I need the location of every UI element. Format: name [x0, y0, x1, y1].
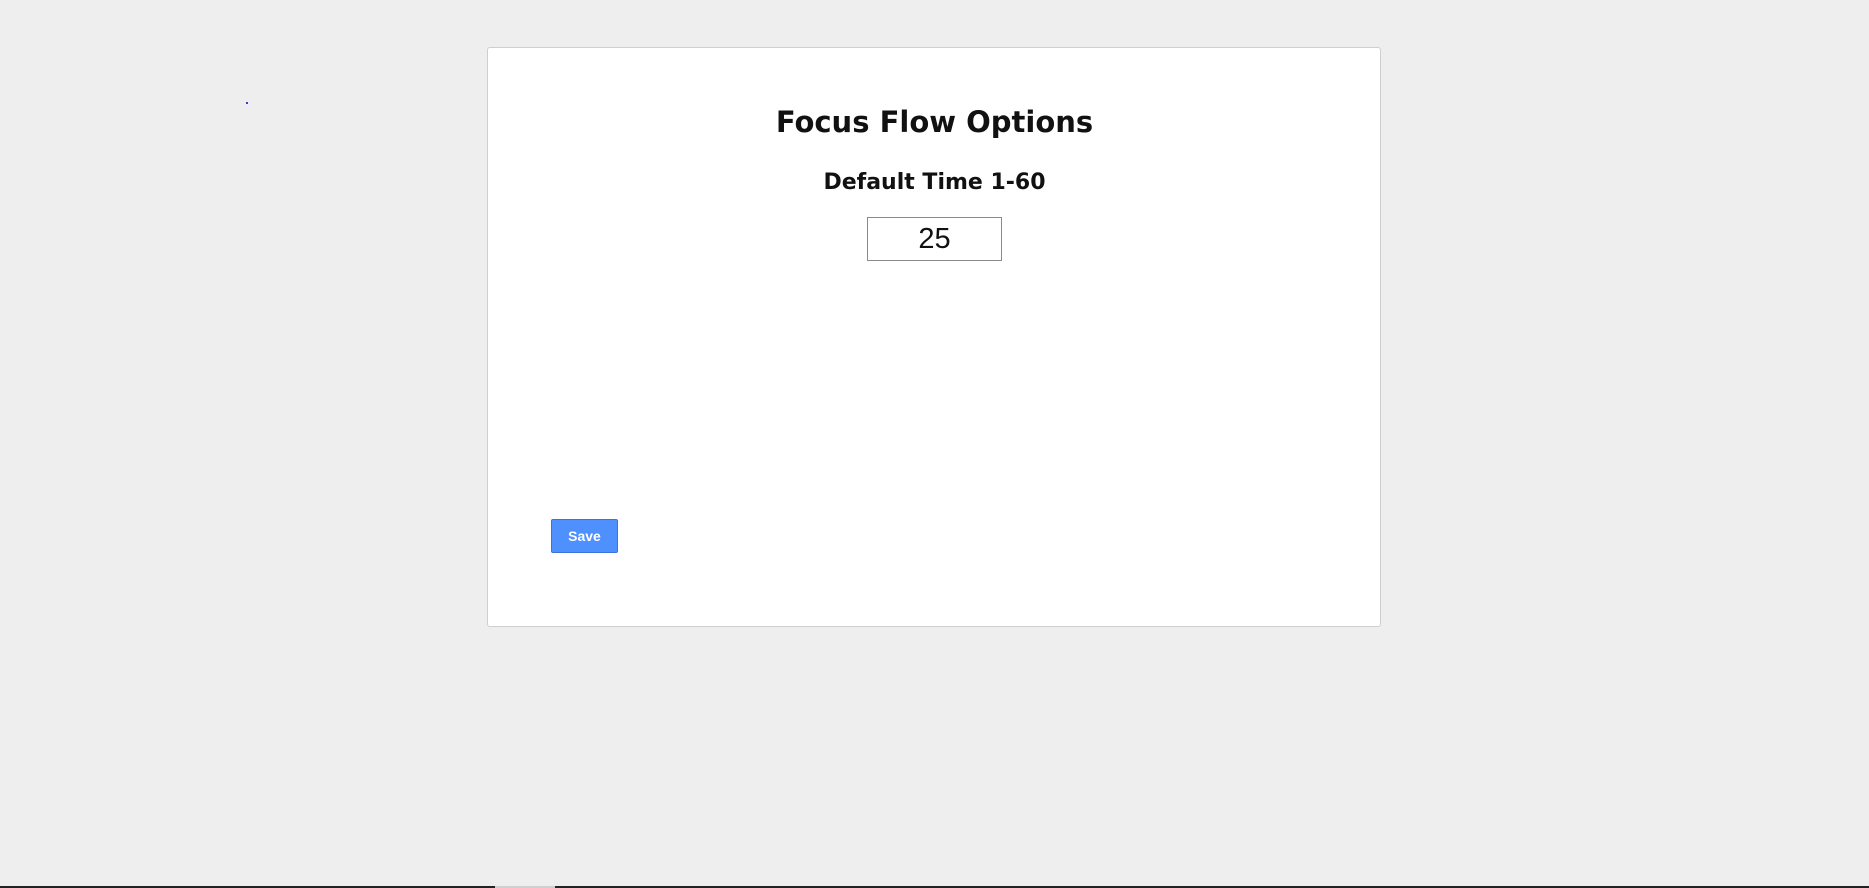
default-time-input[interactable] [867, 217, 1002, 261]
save-button[interactable]: Save [551, 519, 618, 553]
stray-dot [246, 102, 248, 104]
options-page: Focus Flow Options Default Time 1-60 Sav… [0, 0, 1869, 888]
page-title: Focus Flow Options [775, 105, 1094, 139]
default-time-label: Default Time 1-60 [823, 170, 1046, 195]
